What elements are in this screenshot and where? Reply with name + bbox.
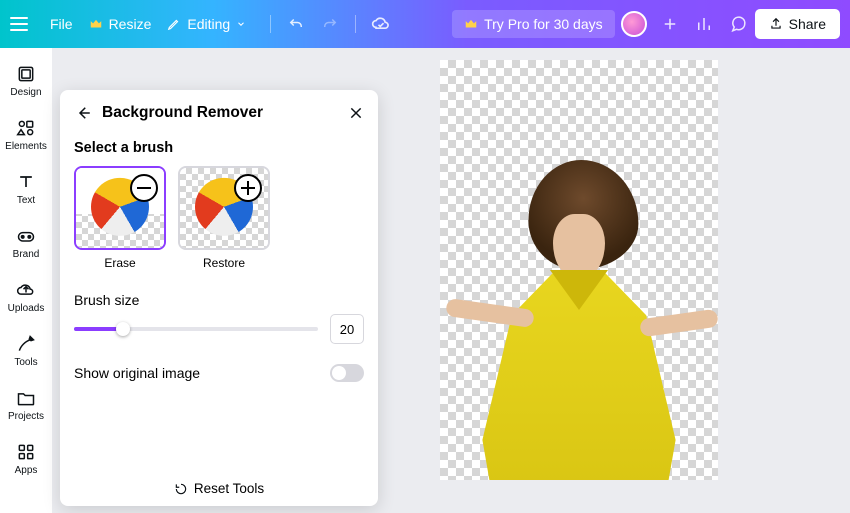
design-canvas[interactable] bbox=[440, 60, 718, 480]
crown-icon bbox=[464, 17, 478, 31]
elements-icon bbox=[15, 117, 37, 139]
design-icon bbox=[15, 63, 37, 85]
brush-size-slider[interactable] bbox=[74, 327, 318, 331]
sidebar-item-uploads[interactable]: Uploads bbox=[0, 270, 52, 322]
minus-icon bbox=[130, 174, 158, 202]
brush-size-label: Brush size bbox=[74, 292, 364, 308]
show-original-label: Show original image bbox=[74, 365, 200, 381]
editing-dropdown[interactable]: Editing bbox=[167, 16, 246, 32]
menu-hamburger-icon[interactable] bbox=[10, 11, 36, 37]
sidebar-item-elements[interactable]: Elements bbox=[0, 108, 52, 160]
select-brush-heading: Select a brush bbox=[74, 140, 364, 156]
sidebar-rail: Design Elements Text Brand Uploads Tools… bbox=[0, 48, 52, 513]
canvas-area: Background Remover Select a brush Erase … bbox=[52, 48, 850, 513]
brush-restore-label: Restore bbox=[178, 256, 270, 270]
show-original-toggle[interactable] bbox=[330, 364, 364, 382]
text-icon bbox=[15, 171, 37, 193]
insights-icon[interactable] bbox=[693, 13, 715, 35]
back-arrow-icon[interactable] bbox=[74, 104, 92, 122]
close-icon[interactable] bbox=[348, 105, 364, 121]
comment-icon[interactable] bbox=[727, 13, 749, 35]
file-menu[interactable]: File bbox=[50, 16, 73, 32]
chevron-down-icon bbox=[236, 19, 246, 29]
sidebar-item-apps[interactable]: Apps bbox=[0, 432, 52, 484]
try-pro-button[interactable]: Try Pro for 30 days bbox=[452, 10, 615, 38]
panel-title: Background Remover bbox=[102, 104, 338, 122]
sidebar-item-projects[interactable]: Projects bbox=[0, 378, 52, 430]
top-toolbar: File Resize Editing Try Pro for 30 days … bbox=[0, 0, 850, 48]
background-remover-panel: Background Remover Select a brush Erase … bbox=[60, 90, 378, 506]
projects-icon bbox=[15, 387, 37, 409]
crown-icon bbox=[89, 17, 103, 31]
pencil-icon bbox=[167, 17, 181, 31]
sidebar-item-brand[interactable]: Brand bbox=[0, 216, 52, 268]
apps-icon bbox=[15, 441, 37, 463]
undo-button[interactable] bbox=[285, 13, 307, 35]
brush-option-erase[interactable]: Erase bbox=[74, 166, 166, 270]
plus-icon bbox=[234, 174, 262, 202]
uploads-icon bbox=[15, 279, 37, 301]
tools-icon bbox=[15, 333, 37, 355]
subject-image bbox=[440, 186, 718, 480]
add-member-icon[interactable] bbox=[659, 13, 681, 35]
slider-thumb[interactable] bbox=[116, 322, 130, 336]
resize-button[interactable]: Resize bbox=[89, 16, 152, 32]
redo-button[interactable] bbox=[319, 13, 341, 35]
sidebar-item-tools[interactable]: Tools bbox=[0, 324, 52, 376]
brush-size-value[interactable]: 20 bbox=[330, 314, 364, 344]
brush-erase-label: Erase bbox=[74, 256, 166, 270]
reset-icon bbox=[174, 482, 188, 496]
sidebar-item-text[interactable]: Text bbox=[0, 162, 52, 214]
cloud-sync-icon[interactable] bbox=[370, 13, 392, 35]
divider bbox=[270, 15, 271, 33]
brush-option-restore[interactable]: Restore bbox=[178, 166, 270, 270]
divider bbox=[355, 15, 356, 33]
brand-icon bbox=[15, 225, 37, 247]
user-avatar[interactable] bbox=[621, 11, 647, 37]
share-button[interactable]: Share bbox=[755, 9, 840, 39]
upload-icon bbox=[769, 17, 783, 31]
reset-tools-button[interactable]: Reset Tools bbox=[174, 481, 264, 496]
sidebar-item-design[interactable]: Design bbox=[0, 54, 52, 106]
